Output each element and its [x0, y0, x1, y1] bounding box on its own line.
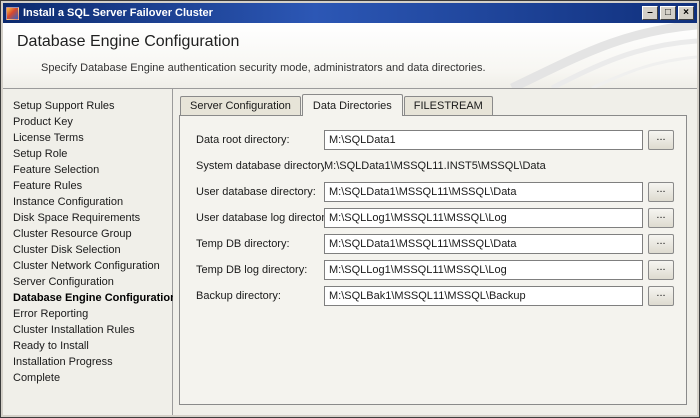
field-label: Data root directory:	[196, 134, 324, 146]
tab-filestream[interactable]: FILESTREAM	[404, 96, 493, 115]
sidebar-item-cluster-installation-rules: Cluster Installation Rules	[13, 322, 166, 338]
field-row-system-database-directory: System database directory: M:\SQLData1\M…	[196, 156, 674, 176]
maximize-button[interactable]: □	[660, 6, 676, 20]
field-row-tempdb-directory: Temp DB directory: ...	[196, 234, 674, 254]
field-row-tempdb-log-directory: Temp DB log directory: ...	[196, 260, 674, 280]
tab-server-configuration[interactable]: Server Configuration	[180, 96, 301, 115]
sidebar-item-complete: Complete	[13, 370, 166, 386]
data-root-browse-button[interactable]: ...	[648, 130, 674, 150]
sidebar-item-ready-to-install: Ready to Install	[13, 338, 166, 354]
close-icon: ×	[683, 8, 689, 18]
system-database-directory-value: M:\SQLData1\MSSQL11.INST5\MSSQL\Data	[324, 160, 674, 172]
user-database-browse-button[interactable]: ...	[648, 182, 674, 202]
wizard-steps-sidebar: Setup Support Rules Product Key License …	[3, 89, 173, 415]
field-label: Temp DB directory:	[196, 238, 324, 250]
field-row-user-database-directory: User database directory: ...	[196, 182, 674, 202]
data-directories-panel: Data root directory: ... System database…	[179, 115, 687, 405]
tempdb-directory-input[interactable]	[324, 234, 643, 254]
backup-browse-button[interactable]: ...	[648, 286, 674, 306]
sidebar-item-cluster-resource-group: Cluster Resource Group	[13, 226, 166, 242]
field-row-user-database-log-directory: User database log directory: ...	[196, 208, 674, 228]
tempdb-log-browse-button[interactable]: ...	[648, 260, 674, 280]
page-title: Database Engine Configuration	[17, 33, 697, 51]
field-label: Temp DB log directory:	[196, 264, 324, 276]
field-row-backup-directory: Backup directory: ...	[196, 286, 674, 306]
close-button[interactable]: ×	[678, 6, 694, 20]
tab-strip: Server Configuration Data Directories FI…	[179, 94, 687, 115]
sidebar-item-disk-space-requirements: Disk Space Requirements	[13, 210, 166, 226]
user-database-log-browse-button[interactable]: ...	[648, 208, 674, 228]
page-subtitle: Specify Database Engine authentication s…	[41, 62, 697, 74]
title-bar[interactable]: Install a SQL Server Failover Cluster – …	[3, 3, 697, 23]
sidebar-item-error-reporting: Error Reporting	[13, 306, 166, 322]
field-label: Backup directory:	[196, 290, 324, 302]
data-root-directory-input[interactable]	[324, 130, 643, 150]
installer-window: Install a SQL Server Failover Cluster – …	[0, 0, 700, 418]
window-title: Install a SQL Server Failover Cluster	[23, 7, 640, 19]
sidebar-item-product-key: Product Key	[13, 114, 166, 130]
wizard-body: Setup Support Rules Product Key License …	[3, 89, 697, 415]
sidebar-item-database-engine-configuration: Database Engine Configuration	[13, 290, 166, 306]
minimize-icon: –	[647, 8, 653, 18]
sidebar-item-cluster-disk-selection: Cluster Disk Selection	[13, 242, 166, 258]
minimize-button[interactable]: –	[642, 6, 658, 20]
field-label: User database log directory:	[196, 212, 324, 224]
main-panel: Server Configuration Data Directories FI…	[173, 89, 697, 415]
app-icon	[6, 7, 19, 20]
sidebar-item-installation-progress: Installation Progress	[13, 354, 166, 370]
sidebar-item-setup-support-rules: Setup Support Rules	[13, 98, 166, 114]
field-label: User database directory:	[196, 186, 324, 198]
maximize-icon: □	[665, 8, 671, 18]
user-database-directory-input[interactable]	[324, 182, 643, 202]
sidebar-item-license-terms: License Terms	[13, 130, 166, 146]
tab-data-directories[interactable]: Data Directories	[302, 94, 403, 116]
sidebar-item-feature-selection: Feature Selection	[13, 162, 166, 178]
user-database-log-directory-input[interactable]	[324, 208, 643, 228]
sidebar-item-instance-configuration: Instance Configuration	[13, 194, 166, 210]
backup-directory-input[interactable]	[324, 286, 643, 306]
wizard-header: Database Engine Configuration Specify Da…	[3, 23, 697, 89]
field-row-data-root-directory: Data root directory: ...	[196, 130, 674, 150]
sidebar-item-setup-role: Setup Role	[13, 146, 166, 162]
sidebar-item-server-configuration: Server Configuration	[13, 274, 166, 290]
sidebar-item-cluster-network-configuration: Cluster Network Configuration	[13, 258, 166, 274]
field-label: System database directory:	[196, 160, 324, 172]
sidebar-item-feature-rules: Feature Rules	[13, 178, 166, 194]
tempdb-log-directory-input[interactable]	[324, 260, 643, 280]
tempdb-browse-button[interactable]: ...	[648, 234, 674, 254]
